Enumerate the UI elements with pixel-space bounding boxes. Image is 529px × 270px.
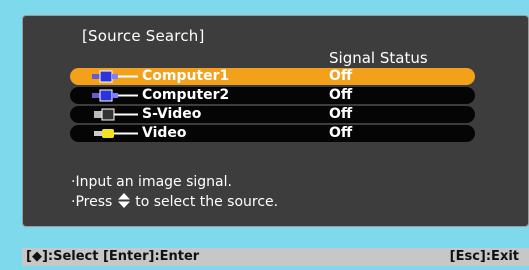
exit-hint: [Esc]:Exit bbox=[449, 249, 519, 264]
up-down-arrow-icon bbox=[117, 193, 130, 208]
help-line-2: ·Press to select the source. bbox=[71, 192, 278, 212]
panel-title: [Source Search] bbox=[82, 27, 205, 45]
help-select-text: to select the source. bbox=[135, 194, 279, 210]
help-line-1: ·Input an image signal. bbox=[71, 174, 232, 190]
signal-status-header: Signal Status bbox=[329, 49, 428, 67]
source-item-s-video[interactable]: S-Video Off bbox=[70, 106, 475, 123]
video-connector-icon bbox=[94, 129, 138, 138]
source-name: Computer1 bbox=[142, 68, 230, 84]
source-list: Computer1 Off Computer2 Off S-Video Off bbox=[70, 68, 475, 144]
source-name: S-Video bbox=[142, 106, 202, 122]
source-item-computer1[interactable]: Computer1 Off bbox=[70, 68, 475, 85]
help-text: ·Input an image signal. ·Press to select… bbox=[71, 172, 278, 212]
source-name: Computer2 bbox=[142, 87, 230, 103]
source-status: Off bbox=[329, 87, 353, 103]
source-item-computer2[interactable]: Computer2 Off bbox=[70, 87, 475, 104]
source-name: Video bbox=[142, 125, 187, 141]
key-hint-bar: [◆]:Select [Enter]:Enter [Esc]:Exit bbox=[22, 248, 529, 266]
help-press-text: ·Press bbox=[71, 194, 113, 210]
source-status: Off bbox=[329, 125, 353, 141]
source-status: Off bbox=[329, 106, 353, 122]
computer-connector-icon bbox=[92, 70, 138, 83]
source-search-panel: [Source Search] Signal Status Computer1 … bbox=[22, 15, 529, 227]
source-item-video[interactable]: Video Off bbox=[70, 125, 475, 142]
s-video-connector-icon bbox=[94, 108, 138, 121]
source-status: Off bbox=[329, 68, 353, 84]
select-enter-hint: [◆]:Select [Enter]:Enter bbox=[26, 249, 200, 264]
computer-connector-icon bbox=[92, 89, 138, 102]
